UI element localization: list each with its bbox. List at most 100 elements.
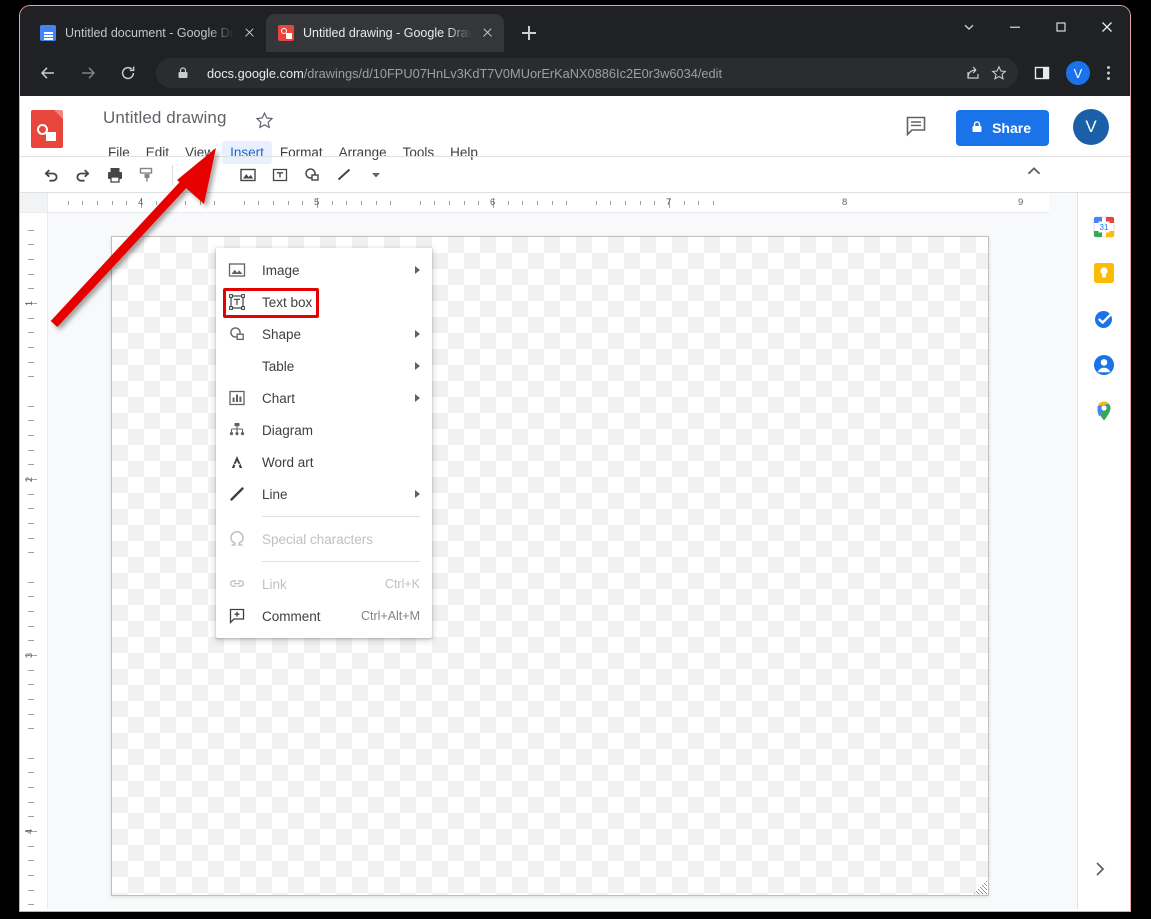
google-calendar-icon[interactable]: 31 — [1092, 215, 1116, 239]
shape-icon[interactable] — [297, 160, 327, 190]
insert-dropdown-menu: Image Text box Shape Table Chart Diagram Word … — [216, 248, 432, 638]
browser-profile-avatar[interactable]: V — [1066, 61, 1090, 85]
google-apps-side-panel: 31 — [1077, 193, 1130, 909]
no-icon — [226, 356, 248, 376]
ruler-tick — [375, 201, 377, 205]
close-icon[interactable] — [478, 24, 496, 42]
ruler-tick — [199, 201, 201, 205]
menu-separator — [262, 516, 420, 517]
chevron-up-icon[interactable] — [1024, 161, 1052, 189]
insert-menu-item-word-art[interactable]: Word art — [216, 446, 432, 478]
redo-icon[interactable] — [68, 160, 98, 190]
ruler-tick — [683, 201, 685, 205]
ruler-tick — [537, 201, 538, 205]
document-title[interactable]: Untitled drawing — [103, 108, 227, 128]
ruler-tick — [610, 201, 612, 205]
vertical-ruler[interactable]: 123456 — [20, 213, 48, 909]
forward-arrow-icon[interactable] — [72, 57, 104, 89]
insert-menu-item-label: Table — [262, 358, 295, 374]
omnibox-url: docs.google.com/drawings/d/10FPU07HnLv3K… — [207, 66, 960, 81]
ruler-tick — [185, 201, 186, 205]
reload-icon[interactable] — [112, 57, 144, 89]
chart-icon — [226, 388, 248, 408]
ruler-tick — [28, 552, 34, 554]
new-tab-button[interactable] — [514, 18, 544, 48]
insert-menu-item-text-box[interactable]: Text box — [216, 286, 432, 318]
google-keep-icon[interactable] — [1092, 261, 1116, 285]
google-contacts-icon[interactable] — [1092, 353, 1116, 377]
google-drawings-icon — [278, 25, 294, 41]
star-outline-icon[interactable] — [255, 111, 274, 135]
submenu-arrow-icon — [415, 266, 420, 274]
line-icon[interactable] — [329, 160, 359, 190]
omnibox[interactable]: docs.google.com/drawings/d/10FPU07HnLv3K… — [156, 58, 1018, 88]
tab-strip: Untitled document - Google Doc Untitled … — [20, 6, 1130, 52]
toolbar-dropdown-arrow[interactable] — [361, 160, 391, 190]
browser-tab-docs[interactable]: Untitled document - Google Doc — [28, 14, 266, 52]
ruler-tick — [507, 201, 509, 205]
google-maps-icon[interactable] — [1092, 399, 1116, 423]
ruler-tick — [67, 201, 69, 205]
insert-menu-item-label: Shape — [262, 326, 302, 342]
close-icon[interactable] — [1084, 6, 1130, 48]
insert-menu-item-chart[interactable]: Chart — [216, 382, 432, 414]
three-dot-menu-icon[interactable] — [1094, 58, 1122, 88]
insert-menu-item-diagram[interactable]: Diagram — [216, 414, 432, 446]
browser-tab-drawing[interactable]: Untitled drawing - Google Drawi — [266, 14, 504, 52]
ruler-tick — [434, 201, 436, 205]
ruler-tick — [28, 728, 34, 730]
ruler-tick — [698, 201, 700, 205]
shape-icon — [226, 324, 248, 344]
horizontal-ruler[interactable]: 4 5 6 7 8 9 — [48, 193, 1049, 213]
insert-menu-item-comment[interactable]: Comment Ctrl+Alt+M — [216, 600, 432, 632]
ruler-tick — [28, 816, 34, 818]
chevron-down-icon[interactable] — [946, 6, 992, 48]
maximize-icon[interactable] — [1038, 6, 1084, 48]
insert-menu-item-shortcut: Ctrl+Alt+M — [360, 609, 420, 623]
share-icon[interactable] — [960, 60, 986, 86]
paint-format-icon[interactable] — [132, 160, 162, 190]
chevron-right-icon[interactable] — [1090, 859, 1118, 887]
minimize-icon[interactable] — [992, 6, 1038, 48]
undo-icon[interactable] — [36, 160, 66, 190]
browser-tab-title: Untitled document - Google Doc — [65, 26, 234, 40]
ruler-tick — [155, 201, 157, 205]
ruler-tick — [302, 201, 304, 205]
close-icon[interactable] — [240, 24, 258, 42]
google-tasks-icon[interactable] — [1092, 307, 1116, 331]
side-panel-icon[interactable] — [1026, 57, 1058, 89]
share-button[interactable]: Share — [956, 110, 1049, 146]
omega-icon — [226, 529, 248, 549]
toolbar-divider — [172, 164, 173, 185]
text-box-icon[interactable] — [265, 160, 295, 190]
ruler-tick — [170, 201, 172, 205]
insert-menu-item-label: Chart — [262, 390, 296, 406]
printer-icon[interactable] — [100, 160, 130, 190]
share-button-label: Share — [992, 120, 1031, 136]
back-arrow-icon[interactable] — [32, 57, 64, 89]
image-icon[interactable] — [233, 160, 263, 190]
comment-icon[interactable] — [904, 114, 932, 142]
ruler-tick — [28, 523, 34, 524]
avatar[interactable]: V — [1073, 109, 1109, 145]
canvas-resize-handle[interactable] — [973, 880, 987, 894]
ruler-tick — [214, 201, 216, 205]
insert-menu-item-image[interactable]: Image — [216, 254, 432, 286]
ruler-tick — [551, 201, 553, 205]
star-icon[interactable] — [986, 60, 1012, 86]
ruler-tick — [449, 201, 450, 205]
google-docs-icon — [40, 25, 56, 41]
insert-menu-item-table[interactable]: Table — [216, 350, 432, 382]
ruler-tick — [28, 699, 34, 700]
ruler-tick — [243, 201, 245, 205]
google-drawings-logo[interactable] — [31, 110, 63, 148]
zoom-in-icon[interactable] — [181, 160, 211, 190]
ruler-tick — [28, 596, 34, 598]
ruler-tick — [28, 508, 34, 510]
insert-menu-item-shape[interactable]: Shape — [216, 318, 432, 350]
insert-menu-item-line[interactable]: Line — [216, 478, 432, 510]
address-bar-row: docs.google.com/drawings/d/10FPU07HnLv3K… — [20, 52, 1130, 96]
ruler-tick — [28, 684, 34, 686]
line-icon — [226, 484, 248, 504]
ruler-tick — [28, 757, 34, 759]
